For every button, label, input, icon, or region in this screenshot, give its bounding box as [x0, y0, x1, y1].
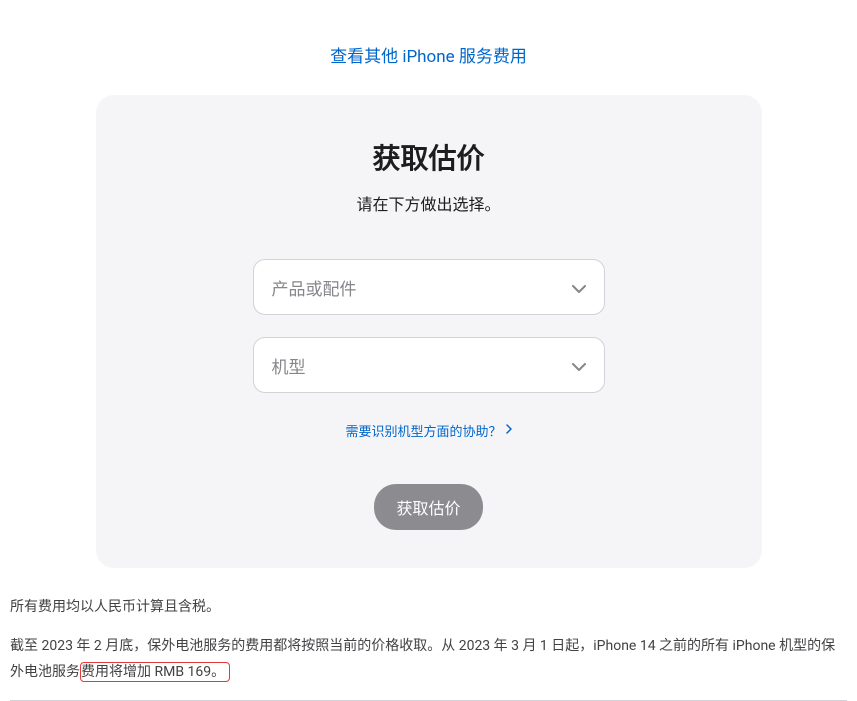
top-link-row: 查看其他 iPhone 服务费用: [10, 0, 847, 95]
page-root: 查看其他 iPhone 服务费用 获取估价 请在下方做出选择。 产品或配件 机型: [0, 0, 857, 701]
select-model[interactable]: 机型: [253, 337, 605, 393]
identify-model-label: 需要识别机型方面的协助？: [345, 421, 501, 440]
select-product-label: 产品或配件: [272, 275, 357, 300]
other-services-link[interactable]: 查看其他 iPhone 服务费用: [330, 47, 527, 67]
chevron-down-icon: [572, 278, 586, 297]
identify-model-link[interactable]: 需要识别机型方面的协助？: [345, 421, 511, 440]
select-model-row: 机型: [253, 337, 605, 393]
chevron-down-icon: [572, 356, 586, 375]
card-title: 获取估价: [136, 137, 722, 177]
get-estimate-button[interactable]: 获取估价: [374, 484, 482, 530]
price-increase-highlight: 费用将增加 RMB 169。: [80, 662, 230, 682]
footer-note-2: 截至 2023 年 2 月底，保外电池服务的费用都将按照当前的价格收取。从 20…: [10, 633, 847, 686]
help-link-row: 需要识别机型方面的协助？: [136, 415, 722, 484]
select-model-label: 机型: [272, 353, 306, 378]
estimate-card: 获取估价 请在下方做出选择。 产品或配件 机型 需要识别机型方面的协助？: [96, 95, 762, 568]
select-product-row: 产品或配件: [253, 259, 605, 315]
select-product[interactable]: 产品或配件: [253, 259, 605, 315]
footer: 所有费用均以人民币计算且含税。 截至 2023 年 2 月底，保外电池服务的费用…: [10, 568, 847, 701]
chevron-right-icon: [506, 423, 512, 438]
card-subtitle: 请在下方做出选择。: [136, 191, 722, 215]
footer-note-1: 所有费用均以人民币计算且含税。: [10, 594, 847, 621]
